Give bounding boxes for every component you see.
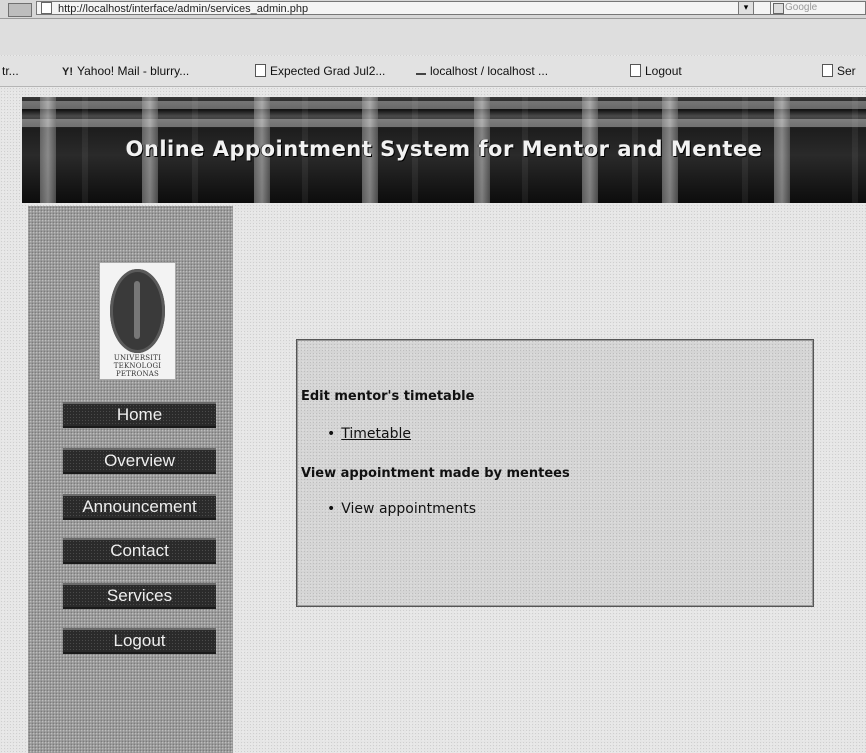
address-bar: http://localhost/interface/admin/service… [0,0,866,19]
section-heading-appointments: View appointment made by mentees [301,466,570,481]
nav-contact-button[interactable]: Contact [63,538,216,564]
yahoo-icon: Y! [62,66,73,78]
nav-logout-button[interactable]: Logout [63,628,216,654]
bookmark-label: Logout [645,64,682,78]
page-menu-icon[interactable] [8,3,32,17]
search-input[interactable]: Google [770,1,866,15]
nav-home-button[interactable]: Home [63,402,216,428]
logo-line: PETRONAS [115,370,160,378]
list-item: • Timetable [327,426,411,442]
nav-overview-button[interactable]: Overview [63,448,216,474]
page-icon [255,64,266,77]
page-icon [41,2,52,14]
url-input[interactable]: http://localhost/interface/admin/service… [36,1,796,15]
sidebar: UNIVERSITI TEKNOLOGI PETRONAS Home Overv… [28,206,233,753]
section-heading-timetable: Edit mentor's timetable [301,389,475,404]
logo-line: UNIVERSITI [113,354,162,362]
view-appointments-link[interactable]: View appointments [341,501,476,517]
nav-services-button[interactable]: Services [63,583,216,609]
bookmark-label: Yahoo! Mail - blurry... [77,64,190,78]
bookmark-label: Expected Grad Jul2... [270,64,386,78]
toolbar-area [0,19,866,55]
bullet-icon: • [327,426,336,442]
dropdown-arrow-icon[interactable]: ▾ [738,1,754,15]
logo-line: TEKNOLOGI [113,362,162,370]
timetable-link[interactable]: Timetable [341,426,411,442]
database-icon [416,65,426,75]
bookmark-item[interactable]: tr... [2,64,19,78]
bookmark-item-expected-grad[interactable]: Expected Grad Jul2... [255,64,385,78]
list-item: • View appointments [327,501,476,517]
logo-text: UNIVERSITI TEKNOLOGI PETRONAS [100,354,175,378]
bookmark-item-services[interactable]: Ser [822,64,856,78]
search-engine-icon[interactable] [773,3,784,14]
search-placeholder: Google [785,2,818,13]
university-logo: UNIVERSITI TEKNOLOGI PETRONAS [99,262,176,380]
page-icon [630,64,641,77]
bookmark-item-yahoo-mail[interactable]: Y! Yahoo! Mail - blurry... [62,64,189,79]
bookmark-label: Ser [837,64,856,78]
bookmark-label: tr... [2,64,19,78]
page-icon [822,64,833,77]
bookmark-item-localhost[interactable]: localhost / localhost ... [416,64,548,78]
nav-announcement-button[interactable]: Announcement [63,494,216,520]
bookmark-label: localhost / localhost ... [430,64,549,78]
url-text: http://localhost/interface/admin/service… [58,3,309,15]
bullet-icon: • [327,501,336,517]
bookmarks-bar: tr... Y! Yahoo! Mail - blurry... Expected… [0,56,866,87]
logo-emblem-icon [110,269,165,353]
bookmark-item-logout[interactable]: Logout [630,64,682,78]
services-panel: Edit mentor's timetable • Timetable View … [296,339,814,607]
site-title: Online Appointment System for Mentor and… [125,137,763,161]
header-banner: Online Appointment System for Mentor and… [22,97,866,203]
